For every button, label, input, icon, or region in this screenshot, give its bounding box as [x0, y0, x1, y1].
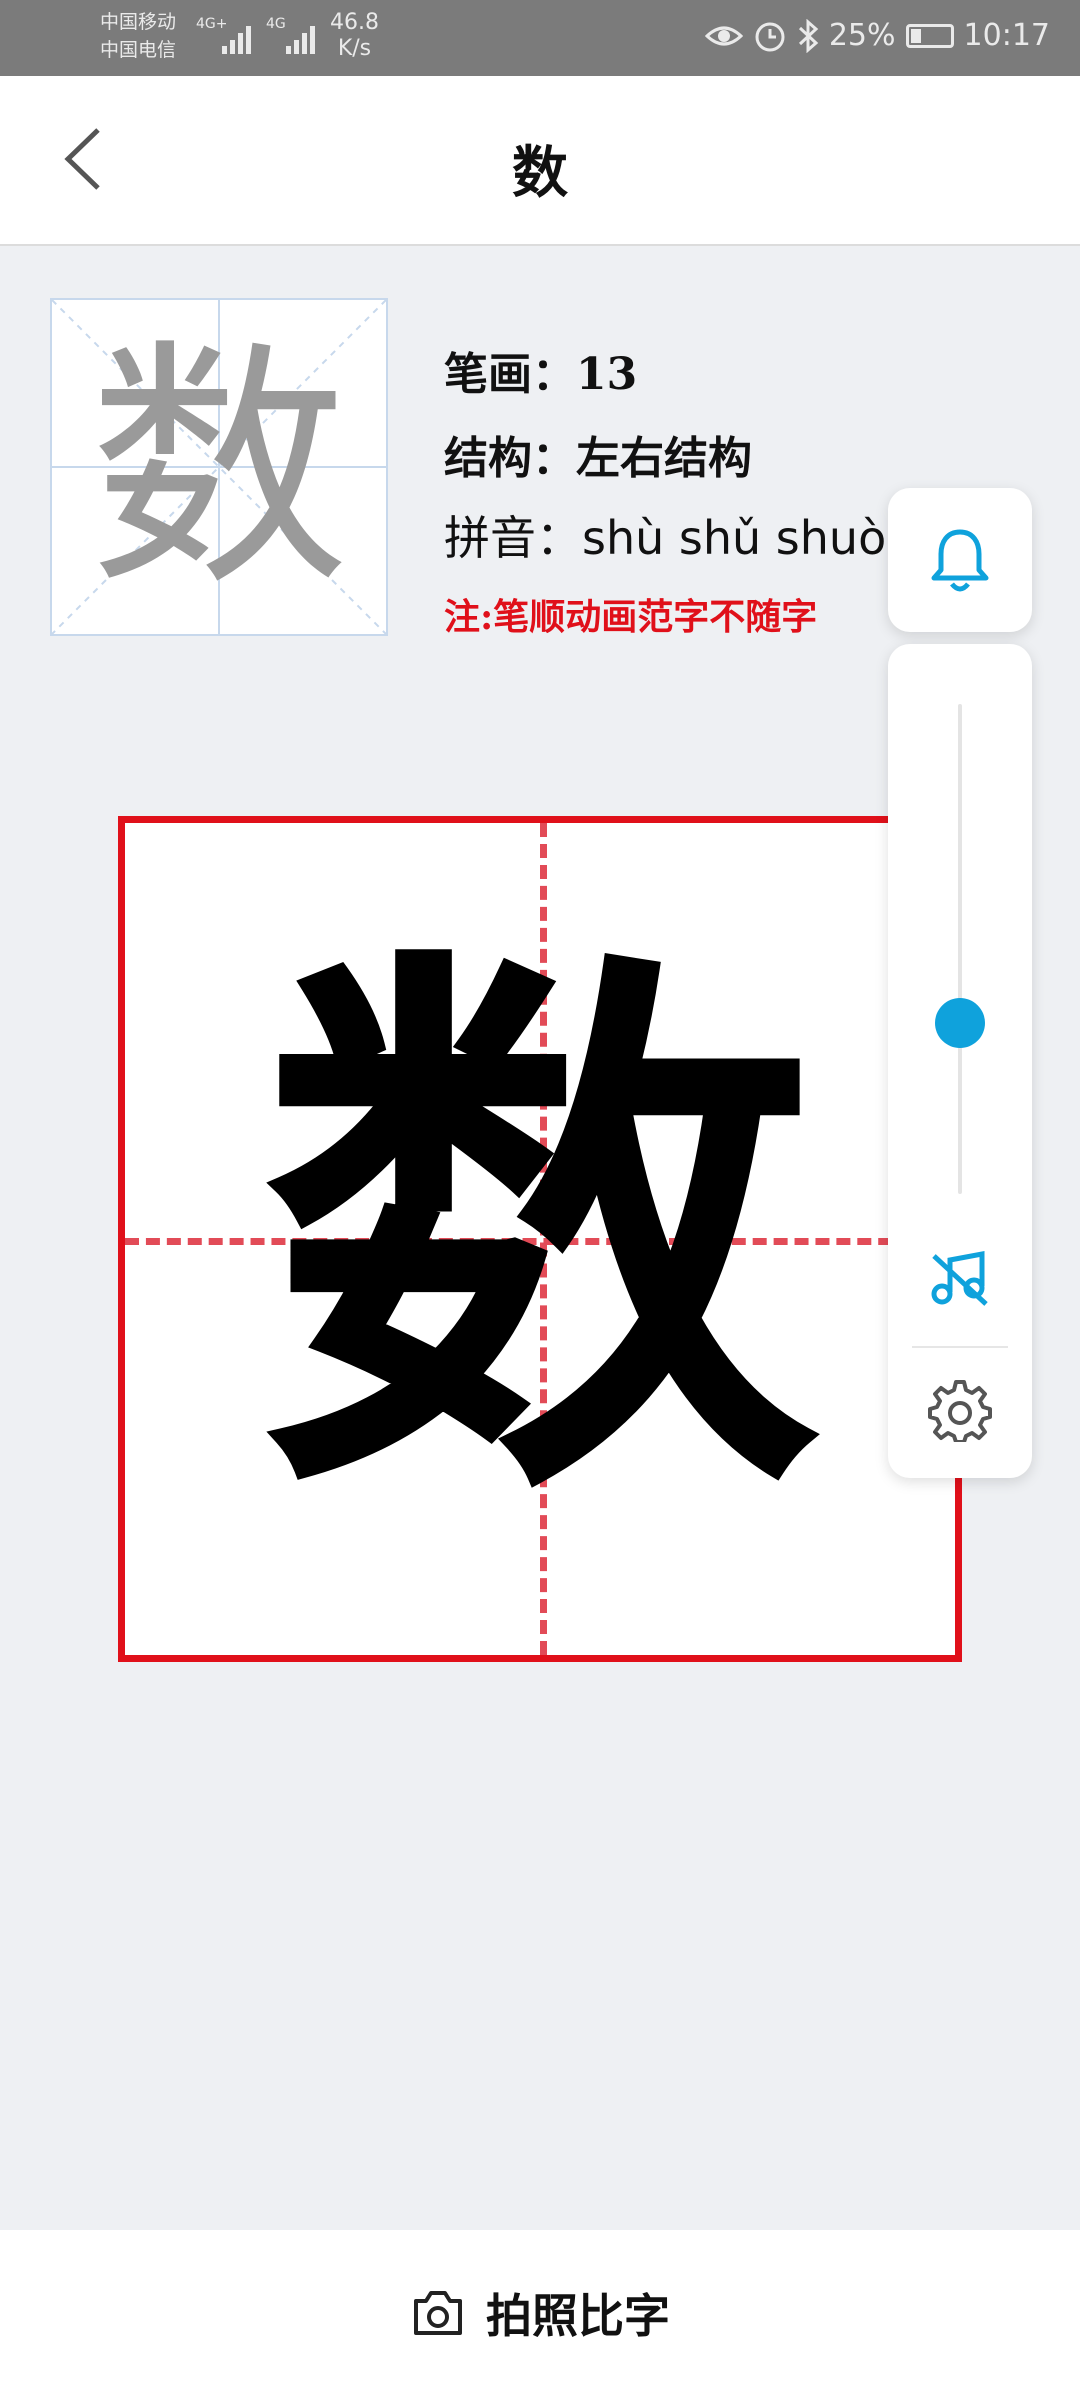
animation-note: 注:笔顺动画范字不随字: [444, 596, 818, 638]
eye-icon: [704, 26, 743, 45]
nav-bar: 数: [0, 76, 1080, 246]
photo-compare-label: 拍照比字: [486, 2289, 670, 2343]
strokes-info: 笔画：13: [444, 338, 637, 402]
carrier-1: 中国移动: [100, 11, 177, 33]
stroke-order-char: 数: [260, 904, 820, 1562]
photo-compare-button[interactable]: 拍照比字: [0, 2280, 1080, 2346]
bottom-bar: 拍照比字: [0, 2230, 1080, 2400]
pinyin-info: 拼音：shù shǔ shuò: [444, 502, 886, 568]
battery-icon: [905, 23, 954, 48]
signal-icon-2: [286, 26, 315, 54]
status-bar: 中国移动 中国电信 4G+ 4G 46.8 K/s 25% 10:17: [0, 0, 1080, 76]
bell-icon: [931, 529, 989, 592]
alarm-icon: [755, 22, 785, 51]
sound-button[interactable]: [888, 488, 1032, 632]
bluetooth-icon: [798, 18, 819, 53]
signal-icon: [222, 26, 251, 54]
structure-label: 结构：: [444, 433, 576, 484]
pinyin-value: shù shǔ shuò: [582, 511, 887, 565]
battery-percent: 25%: [828, 18, 896, 53]
volume-track[interactable]: [958, 704, 962, 1194]
battery-fill: [910, 28, 921, 43]
pinyin-label: 拼音：: [444, 511, 582, 565]
reference-char: 数: [89, 319, 349, 621]
page-title: 数: [512, 140, 568, 206]
volume-thumb[interactable]: [935, 997, 985, 1048]
strokes-label: 笔画：: [444, 349, 576, 400]
structure-value: 左右结构: [576, 433, 752, 484]
carrier-labels: 中国移动 中国电信: [100, 8, 176, 64]
network-type-2: 4G: [266, 16, 286, 32]
reference-char-box: 数: [50, 298, 388, 636]
speed-value: 46.8: [330, 10, 379, 35]
strokes-value: 13: [576, 349, 638, 400]
gear-icon[interactable]: [928, 1378, 992, 1442]
network-speed: 46.8 K/s: [330, 10, 379, 62]
writing-grid[interactable]: 数: [118, 816, 962, 1662]
status-right: 25% 10:17: [704, 18, 1050, 53]
speed-unit: K/s: [337, 36, 372, 61]
clock: 10:17: [963, 18, 1050, 53]
music-off-icon[interactable]: [928, 1246, 992, 1310]
structure-info: 结构：左右结构: [444, 422, 752, 486]
volume-panel: [888, 644, 1032, 1478]
carrier-2: 中国电信: [100, 39, 177, 61]
camera-icon: [414, 2291, 462, 2335]
panel-divider: [912, 1346, 1008, 1348]
